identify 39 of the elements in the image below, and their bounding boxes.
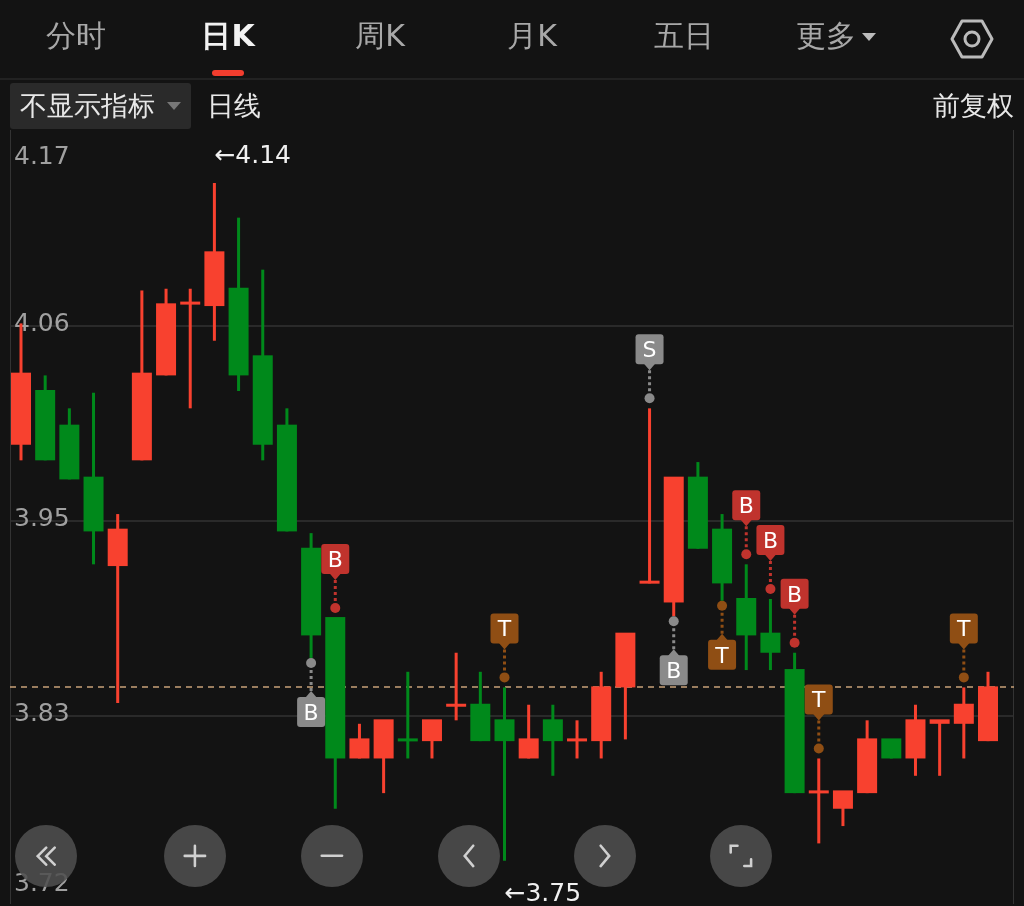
candle: [760, 599, 781, 671]
tab[interactable]: 分时: [0, 0, 152, 79]
candle: [446, 652, 467, 721]
candle: [422, 719, 442, 759]
caret-icon: [862, 33, 876, 41]
tab[interactable]: 周K: [304, 0, 456, 79]
menu-tab[interactable]: 更多: [760, 0, 912, 79]
fullscreen-icon: [729, 844, 753, 868]
axis-label: 4.06: [14, 308, 70, 337]
caret-icon: [167, 102, 181, 110]
candle: [953, 687, 974, 759]
adjustment-label[interactable]: 前复权: [933, 85, 1014, 127]
axis-label: 3.72: [14, 868, 70, 897]
period-label: 日线: [207, 88, 261, 123]
axis-label: 3.95: [14, 503, 70, 532]
indicator-dropdown[interactable]: 不显示指标: [10, 83, 191, 129]
minus-icon: [320, 854, 344, 858]
candle: [929, 719, 950, 776]
tab[interactable]: 五日: [608, 0, 760, 79]
tab[interactable]: 月K: [456, 0, 608, 79]
tab[interactable]: 日K: [152, 0, 304, 79]
candle: [349, 723, 370, 759]
candle: [542, 704, 563, 776]
candle: [518, 704, 539, 759]
axis-label: 3.83: [14, 698, 70, 727]
high-price-label: ←4.14: [214, 140, 291, 169]
chevron-left-icon: [463, 844, 475, 868]
candle: [832, 790, 853, 827]
candle: [470, 671, 491, 742]
plus-icon: [183, 844, 207, 868]
candle: [881, 738, 902, 759]
candle: [59, 408, 80, 480]
chevron-right-icon: [599, 844, 611, 868]
axis-label: 4.17: [14, 141, 70, 170]
candle: [978, 671, 998, 742]
candle: [567, 720, 588, 759]
double-chevron-left-icon: [35, 845, 57, 867]
candle: [905, 704, 926, 776]
low-price-label: ←3.75: [504, 878, 582, 904]
